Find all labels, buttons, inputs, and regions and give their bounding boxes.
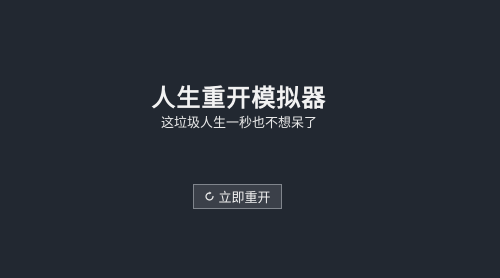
app-title: 人生重开模拟器 [151,84,327,112]
refresh-icon [204,191,215,202]
restart-button-label: 立即重开 [218,191,271,206]
home-screen: 人生重开模拟器 这垃圾人生一秒也不想呆了 立即重开 [0,0,500,278]
restart-button[interactable]: 立即重开 [193,184,282,209]
app-subtitle: 这垃圾人生一秒也不想呆了 [160,116,317,131]
